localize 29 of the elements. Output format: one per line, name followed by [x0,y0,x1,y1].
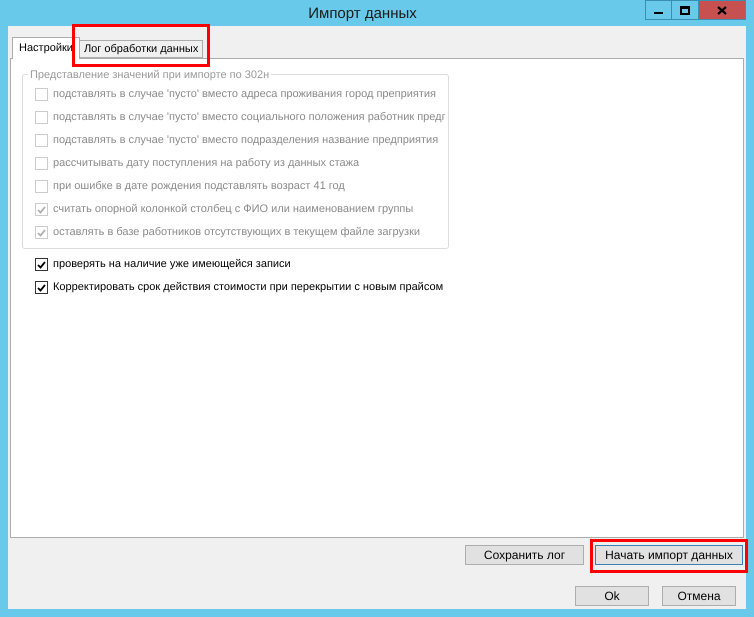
checkbox-label: оставлять в базе работников отсутствующих в текущем файле загрузки [53,225,420,240]
panel-button[interactable]: Сохранить лог [465,545,584,565]
checkbox-label: рассчитывать дату поступления на работу из данных стажа [53,156,360,172]
checkbox-label: Корректировать срок действия стоимости при перекрытии с новым прайсом [53,280,444,296]
minimize-icon [654,12,663,14]
checkbox-label: подставлять в случае 'пусто' вместо подразделения название предприятия [53,133,438,148]
dialog-button[interactable]: Ok [575,586,649,606]
dialog-button[interactable]: Отмена [662,586,736,606]
maximize-button[interactable] [672,0,699,20]
checkbox[interactable] [35,281,48,294]
checkbox-label: подставлять в случае 'пусто' вместо адреса проживания город преприятия [53,87,436,102]
close-button[interactable] [699,0,746,20]
panel-button[interactable]: Начать импорт данных [595,545,743,565]
checkmark-icon [37,284,46,292]
checkmark-icon [37,228,46,236]
tab[interactable]: Настройки [12,37,80,59]
checkbox-label: подставлять в случае 'пусто' вместо социального положения работник предг [53,110,446,126]
checkbox[interactable] [35,258,48,271]
window-title: Импорт данных [308,4,417,24]
maximize-icon [680,6,690,14]
tab[interactable]: Лог обработки данных [78,40,204,58]
close-icon [717,6,727,14]
minimize-button[interactable] [645,0,672,20]
checkmark-icon [37,260,46,268]
checkbox-label: при ошибке в дате рождения подставлять возраст 41 год [53,179,345,194]
checkbox-label: проверять на наличие уже имеющейся записи [53,257,291,272]
checkbox-label: считать опорной колонкой столбец с ФИО или наименованием группы [53,202,414,218]
checkmark-icon [37,206,46,214]
group-title: Представление значений при импорте по 302н [28,67,272,84]
